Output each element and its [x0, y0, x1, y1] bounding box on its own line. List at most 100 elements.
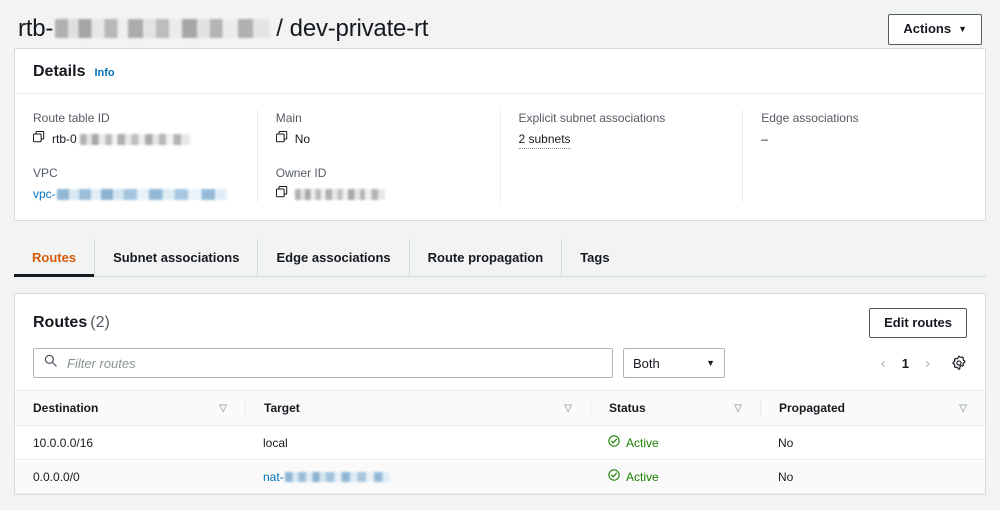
pagination-next-button[interactable]: ›: [918, 355, 937, 372]
field-vpc-label: VPC: [33, 166, 58, 180]
field-route-table-id-value: rtb-0: [32, 130, 239, 147]
field-owner-id-label: Owner ID: [275, 166, 327, 180]
redacted-route-table-id-value: [79, 133, 190, 145]
tab-routes-label: Routes: [32, 250, 77, 265]
column-header-target-label: Target: [264, 401, 300, 415]
column-header-propagated[interactable]: Propagated ▽: [760, 390, 985, 426]
page-header: rtb- / dev-private-rt Actions ▼: [0, 0, 1000, 48]
info-link[interactable]: Info: [94, 67, 114, 79]
route-type-select-value: Both: [633, 355, 660, 371]
page-title-name: dev-private-rt: [289, 15, 429, 42]
edit-routes-button-label: Edit routes: [884, 315, 952, 330]
field-vpc-value: vpc-: [33, 186, 239, 202]
field-edge-associations-label: Edge associations: [761, 111, 859, 125]
copy-icon[interactable]: [275, 185, 288, 202]
sort-triangle-icon[interactable]: ▽: [219, 403, 227, 414]
routes-toolbar: Both ▼ ‹ 1 ›: [15, 348, 985, 390]
field-owner-id-value: [275, 185, 482, 202]
redacted-nat-gateway-id: [284, 472, 390, 483]
cell-target: nat-: [245, 459, 590, 494]
status-badge: Active: [608, 435, 742, 450]
route-table-id-text: rtb-0: [52, 132, 77, 146]
target-text: local: [263, 435, 288, 450]
redacted-vpc-id: [56, 188, 227, 200]
subnets-count-link[interactable]: 2 subnets: [518, 131, 571, 149]
routes-table: Destination ▽ Target ▽ Status ▽ Propagat…: [15, 390, 985, 494]
field-route-table-id-label: Route table ID: [33, 111, 110, 125]
chevron-down-icon: ▼: [958, 23, 967, 34]
sort-triangle-icon[interactable]: ▽: [564, 403, 572, 414]
tab-edge-associations[interactable]: Edge associations: [258, 239, 410, 276]
cell-status: Active: [590, 459, 760, 494]
details-panel: Details Info Route table ID rtb-0 VPC vp…: [14, 48, 986, 221]
routes-table-header: Destination ▽ Target ▽ Status ▽ Propagat…: [15, 390, 985, 426]
table-row: 10.0.0.0/16 local Active No: [15, 425, 985, 460]
gear-icon[interactable]: [951, 355, 967, 371]
route-type-select[interactable]: Both ▼: [623, 348, 725, 378]
page-title: rtb- / dev-private-rt: [18, 15, 428, 43]
tab-bar: Routes Subnet associations Edge associat…: [14, 239, 986, 277]
pagination-page-1[interactable]: 1: [897, 356, 914, 371]
routes-heading-label: Routes: [33, 314, 88, 331]
cell-propagated: No: [760, 425, 985, 460]
status-label: Active: [626, 469, 659, 484]
cell-target: local: [245, 425, 590, 460]
page-title-id-prefix: rtb-: [18, 15, 54, 42]
details-column-1: Route table ID rtb-0 VPC vpc-: [15, 110, 258, 202]
routes-panel-header: Routes (2) Edit routes: [15, 294, 985, 348]
field-explicit-subnet-associations: Explicit subnet associations 2 subnets: [518, 110, 725, 149]
actions-button-label: Actions: [903, 20, 952, 36]
copy-icon[interactable]: [275, 130, 288, 147]
field-edge-associations-value: –: [761, 131, 967, 147]
details-body: Route table ID rtb-0 VPC vpc- Main No Ow…: [15, 94, 985, 220]
table-header-row: Destination ▽ Target ▽ Status ▽ Propagat…: [15, 390, 985, 426]
column-header-status[interactable]: Status ▽: [590, 390, 760, 426]
cell-status: Active: [590, 425, 760, 460]
vpc-link[interactable]: vpc-: [33, 186, 56, 202]
field-route-table-id: Route table ID rtb-0: [32, 110, 239, 147]
details-column-2: Main No Owner ID: [258, 110, 501, 202]
column-header-destination[interactable]: Destination ▽: [15, 390, 245, 426]
tab-subnet-associations[interactable]: Subnet associations: [95, 239, 259, 276]
status-success-icon: [608, 435, 620, 450]
column-header-target[interactable]: Target ▽: [245, 390, 590, 426]
actions-button[interactable]: Actions ▼: [888, 13, 982, 45]
tab-tags-label: Tags: [580, 250, 610, 265]
tab-edge-associations-label: Edge associations: [276, 250, 391, 265]
tab-subnet-associations-label: Subnet associations: [113, 250, 240, 265]
routes-panel: Routes(2) Edit routes Both ▼ ‹ 1 ›: [14, 293, 986, 495]
field-explicit-subnet-associations-value: 2 subnets: [518, 131, 725, 149]
status-badge: Active: [608, 469, 742, 484]
pagination-controls: ‹ 1 ›: [874, 355, 967, 372]
tab-routes[interactable]: Routes: [14, 239, 96, 277]
details-panel-header: Details Info: [15, 49, 985, 94]
routes-table-body: 10.0.0.0/16 local Active No 0.0.0.0/0 na…: [15, 425, 985, 494]
search-icon: [44, 354, 57, 372]
tab-tags[interactable]: Tags: [562, 239, 627, 276]
table-row: 0.0.0.0/0 nat- Active No: [15, 459, 985, 494]
field-edge-associations: Edge associations –: [761, 110, 967, 147]
routes-heading: Routes (2): [33, 314, 110, 332]
cell-destination: 0.0.0.0/0: [15, 459, 245, 494]
redacted-owner-id: [294, 188, 385, 200]
field-owner-id: Owner ID: [275, 165, 482, 202]
edit-routes-button[interactable]: Edit routes: [869, 308, 967, 338]
field-main: Main No: [275, 110, 482, 147]
column-header-propagated-label: Propagated: [779, 401, 846, 415]
sort-triangle-icon[interactable]: ▽: [959, 403, 967, 414]
nat-gateway-link[interactable]: nat-: [263, 470, 284, 484]
filter-routes-search[interactable]: [33, 348, 613, 378]
status-label: Active: [626, 435, 659, 450]
redacted-route-table-id: [55, 19, 271, 38]
cell-destination: 10.0.0.0/16: [15, 425, 245, 460]
field-explicit-subnet-associations-label: Explicit subnet associations: [518, 111, 666, 125]
sort-triangle-icon[interactable]: ▽: [734, 403, 742, 414]
field-main-label: Main: [275, 111, 302, 125]
field-main-value: No: [275, 130, 482, 147]
details-column-4: Edge associations –: [743, 110, 985, 202]
copy-icon[interactable]: [32, 130, 45, 147]
pagination-previous-button[interactable]: ‹: [874, 355, 893, 372]
tab-route-propagation-label: Route propagation: [427, 250, 544, 265]
tab-route-propagation[interactable]: Route propagation: [410, 239, 563, 276]
search-input[interactable]: [65, 354, 602, 372]
